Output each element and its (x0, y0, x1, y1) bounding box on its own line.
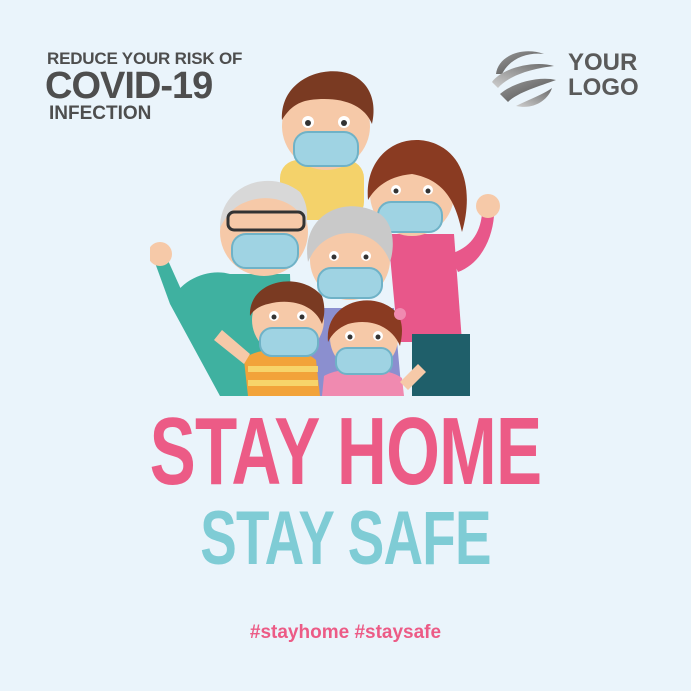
brand-logo: YOUR LOGO (488, 44, 648, 114)
family-wearing-masks-illustration (150, 71, 500, 396)
headline-stay-safe: STAY SAFE (200, 496, 491, 581)
hashtags-text: #stayhome #staysafe (249, 622, 442, 643)
logo-text: YOUR LOGO (568, 50, 639, 100)
logo-line1: YOUR (568, 49, 638, 76)
logo-line2: LOGO (568, 74, 639, 101)
headline-stay-home: STAY HOME (149, 398, 542, 505)
